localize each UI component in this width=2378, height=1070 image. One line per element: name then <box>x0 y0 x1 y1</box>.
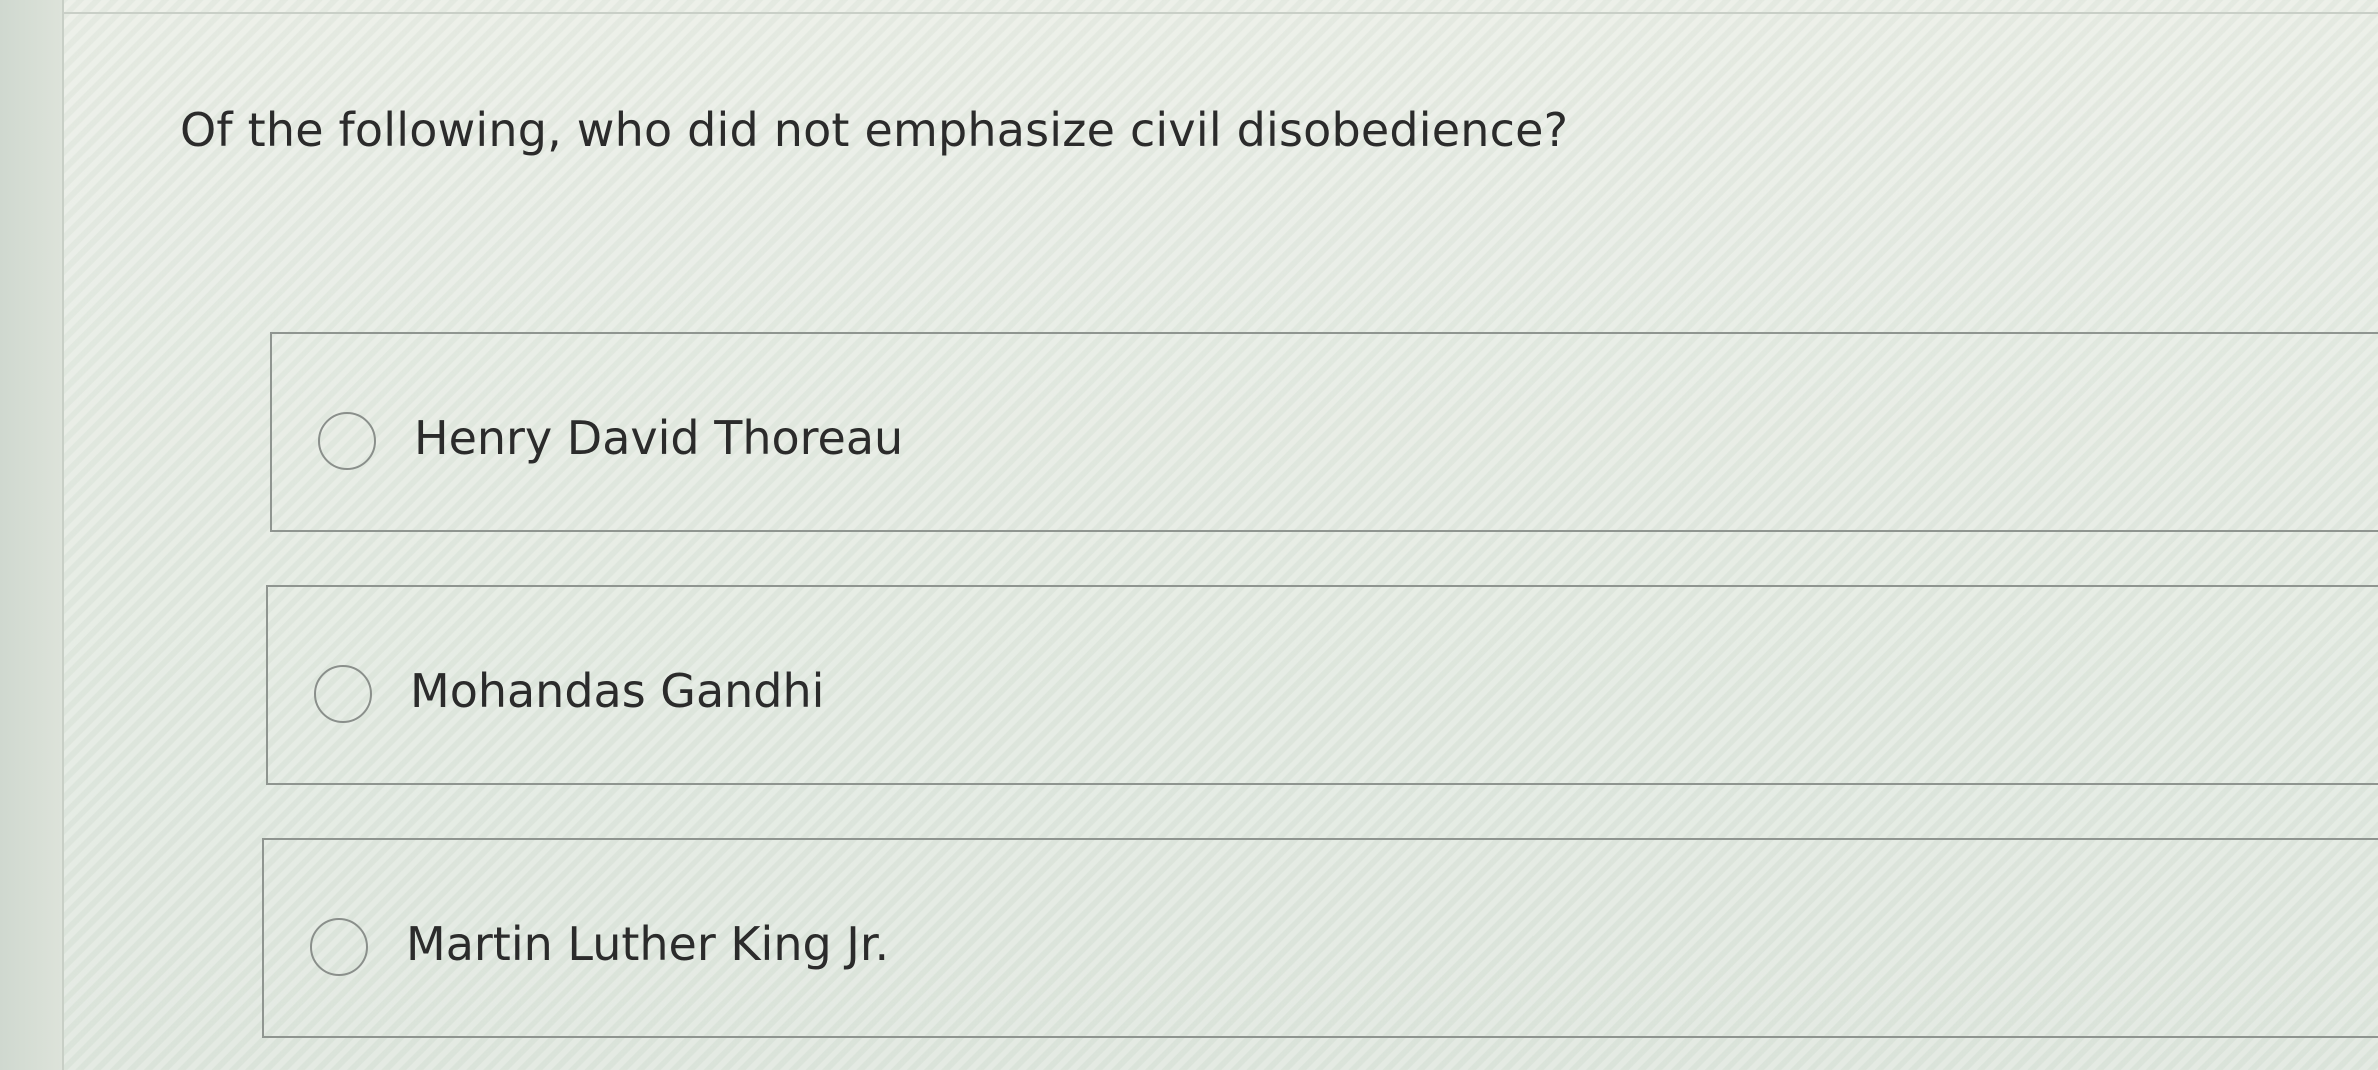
page-left-edge <box>0 0 64 1070</box>
answer-label-gandhi: Mohandas Gandhi <box>410 664 825 718</box>
answer-option-thoreau[interactable]: Henry David Thoreau <box>270 332 2378 532</box>
radio-button-king[interactable] <box>310 918 368 976</box>
answer-label-thoreau: Henry David Thoreau <box>414 411 904 465</box>
top-divider <box>62 12 2378 14</box>
answer-option-king[interactable]: Martin Luther King Jr. <box>262 838 2378 1038</box>
quiz-page: Of the following, who did not emphasize … <box>0 0 2378 1070</box>
answer-label-king: Martin Luther King Jr. <box>406 917 890 971</box>
answer-option-gandhi[interactable]: Mohandas Gandhi <box>266 585 2378 785</box>
question-text: Of the following, who did not emphasize … <box>180 103 1569 157</box>
radio-button-thoreau[interactable] <box>318 412 376 470</box>
radio-button-gandhi[interactable] <box>314 665 372 723</box>
